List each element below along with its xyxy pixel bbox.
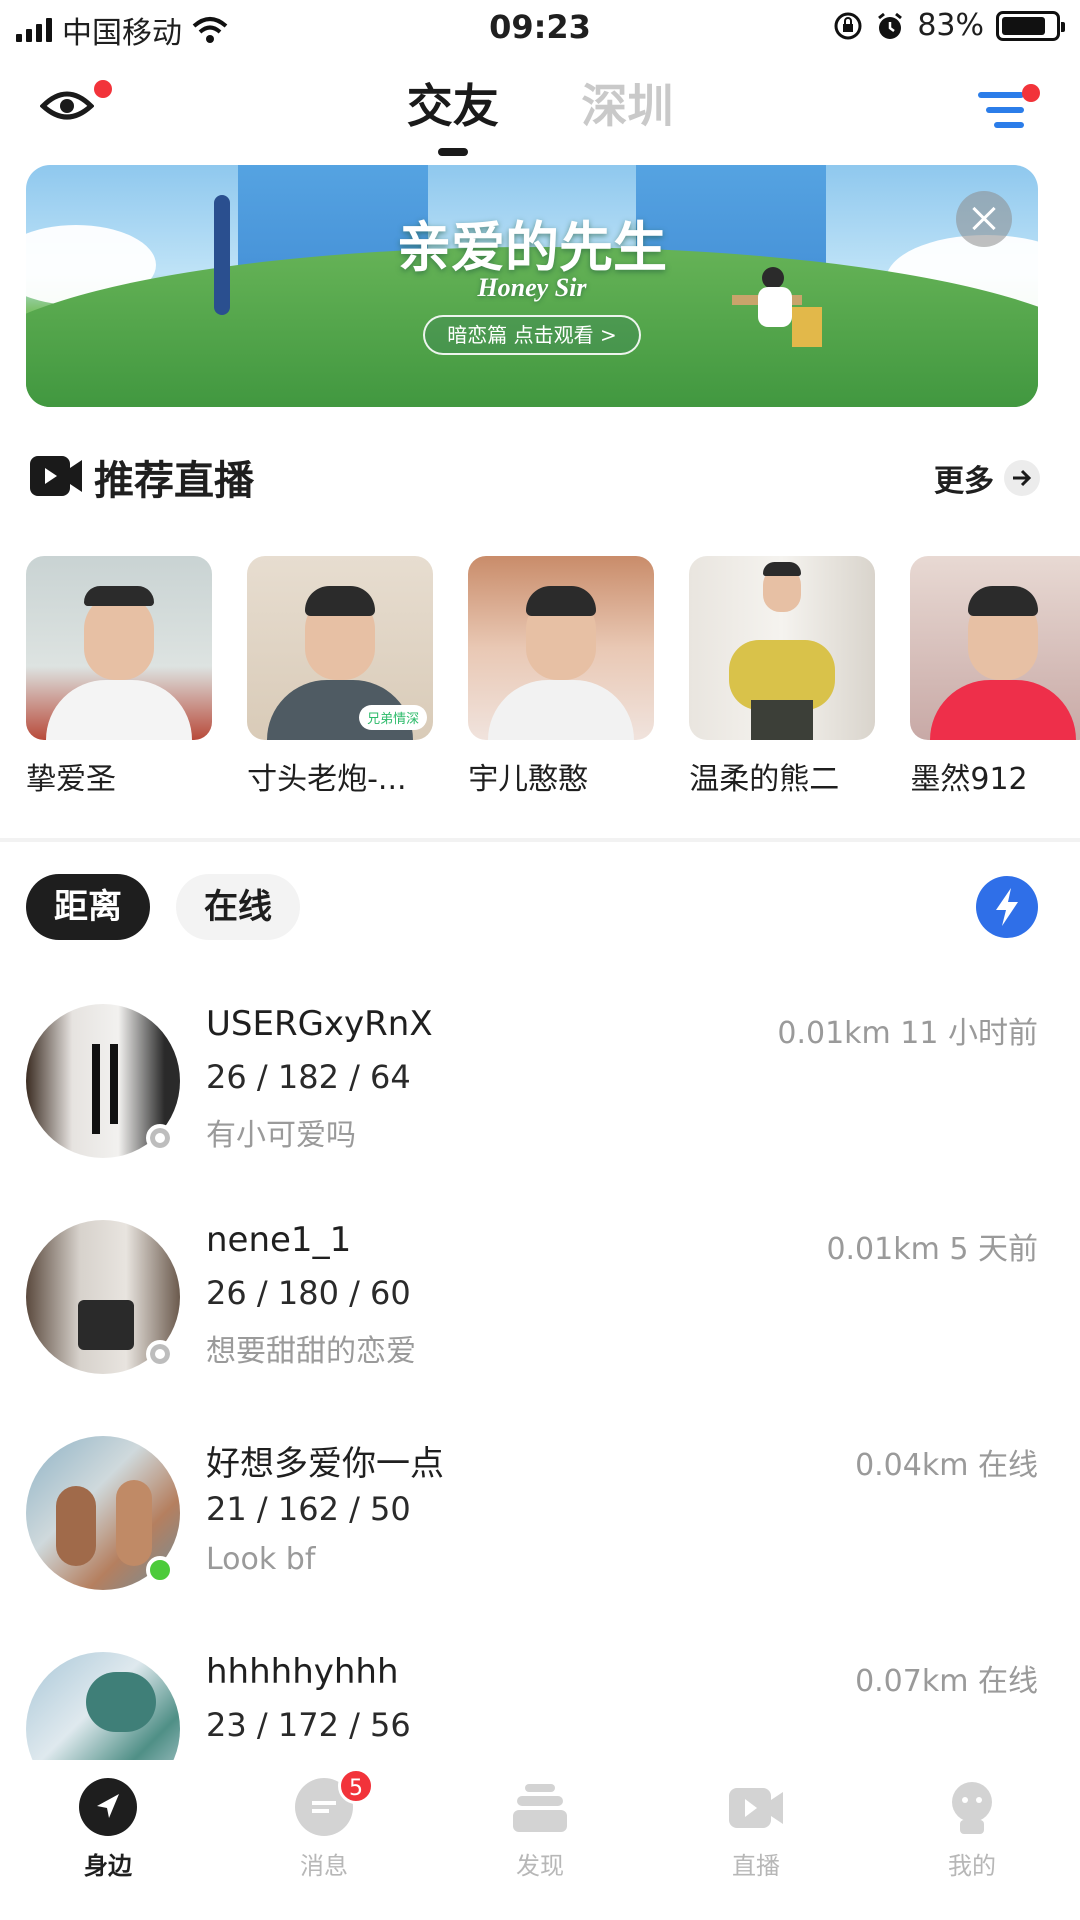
lightning-bolt-icon[interactable] [976, 876, 1038, 938]
section-divider [0, 838, 1080, 842]
video-camera-icon [727, 1778, 785, 1836]
user-list-item[interactable]: nene1_1 0.01km 5 天前 26 / 180 / 60 想要甜甜的恋… [26, 1212, 1038, 1428]
user-name: USERGxyRnX [206, 1004, 433, 1044]
live-streamer-name: 墨然912 [910, 762, 1028, 796]
nav-live[interactable]: 直播 [648, 1762, 864, 1920]
user-list-item[interactable]: 好想多爱你一点 0.04km 在线 21 / 162 / 50 Look bf [26, 1428, 1038, 1644]
live-section-header: 推荐直播 更多 [30, 448, 1040, 508]
nav-label: 直播 [732, 1852, 780, 1880]
user-name: hhhhhyhhh [206, 1652, 399, 1692]
tab-active-indicator [437, 148, 468, 156]
live-streamer-name: 宇儿憨憨 [468, 762, 589, 796]
user-list-item[interactable]: hhhhhyhhh 0.07km 在线 23 / 172 / 56 [26, 1644, 1038, 1760]
live-thumbnail [26, 556, 212, 740]
offline-status-dot [146, 1124, 174, 1152]
banner-close-icon[interactable] [956, 191, 1012, 247]
live-streamer-name: 寸头老炮-... [247, 762, 407, 796]
alarm-icon [878, 12, 903, 39]
status-bar-right: 83% [833, 8, 1065, 43]
stack-icon [511, 1778, 569, 1836]
more-live-link[interactable]: 更多 [934, 456, 1040, 500]
user-stats: 26 / 182 / 64 [206, 1058, 411, 1096]
user-list-item[interactable]: USERGxyRnX 0.01km 11 小时前 26 / 182 / 64 有… [26, 996, 1038, 1212]
tab-friends[interactable]: 交友 [406, 70, 499, 156]
user-bio: Look bf [206, 1542, 316, 1577]
battery-fill [1002, 16, 1046, 35]
tab-friends-label: 交友 [406, 79, 499, 133]
tab-city[interactable]: 深圳 [581, 70, 673, 136]
filter-menu-button[interactable] [978, 84, 1040, 132]
nav-label: 身边 [84, 1852, 132, 1880]
user-distance-time: 0.01km 11 小时前 [777, 1016, 1038, 1051]
nav-label: 消息 [300, 1852, 348, 1880]
status-bar: 中国移动 09:23 83% [0, 0, 1080, 56]
banner-title: 亲爱的先生 [397, 215, 667, 279]
live-card[interactable]: 温柔的熊二 [689, 556, 876, 796]
top-header: 交友 深圳 [0, 60, 1080, 156]
user-distance-time: 0.04km 在线 [855, 1448, 1038, 1483]
live-thumbnail [689, 556, 876, 740]
rotation-lock-icon [834, 12, 862, 39]
arrow-right-icon [1004, 460, 1040, 496]
tab-city-label: 深圳 [581, 79, 674, 133]
bottom-tab-bar: 身边 5 消息 发现 直播 我的 [0, 1762, 1080, 1920]
filter-online-chip[interactable]: 在线 [176, 874, 300, 940]
live-card[interactable]: 宇儿憨憨 [468, 556, 655, 796]
user-stats: 26 / 180 / 60 [206, 1274, 411, 1312]
nav-messages[interactable]: 5 消息 [216, 1762, 432, 1920]
more-label: 更多 [934, 464, 994, 499]
live-thumbnail: 兄弟情深 [247, 556, 434, 740]
header-tabs: 交友 深圳 [0, 70, 1080, 156]
nav-profile[interactable]: 我的 [864, 1762, 1080, 1920]
user-avatar [26, 1652, 180, 1760]
user-bio: 想要甜甜的恋爱 [206, 1334, 416, 1369]
nav-label: 发现 [516, 1852, 564, 1880]
user-distance-time: 0.01km 5 天前 [826, 1232, 1038, 1267]
nav-nearby[interactable]: 身边 [0, 1762, 216, 1920]
live-streamer-name: 挚爱圣 [26, 762, 116, 796]
unread-badge: 5 [338, 1768, 374, 1804]
banner-watch-button[interactable]: 暗恋篇 点击观看 > [423, 315, 641, 355]
user-name: nene1_1 [206, 1220, 352, 1260]
nav-label: 我的 [948, 1852, 996, 1880]
notification-dot [1022, 84, 1040, 102]
online-status-dot [146, 1556, 174, 1584]
live-carousel[interactable]: 挚爱圣 兄弟情深 寸头老炮-... 宇儿憨憨 温柔的熊二 墨然912 [26, 556, 1080, 796]
live-streamer-name: 温柔的熊二 [689, 762, 840, 796]
user-stats: 21 / 162 / 50 [206, 1490, 411, 1528]
filter-row: 距离 在线 [26, 874, 1038, 940]
profile-icon [943, 1778, 1001, 1836]
live-card[interactable]: 挚爱圣 [26, 556, 212, 796]
filter-distance-chip[interactable]: 距离 [26, 874, 150, 940]
nav-discover[interactable]: 发现 [432, 1762, 648, 1920]
live-card[interactable]: 墨然912 [910, 556, 1080, 796]
banner-subtitle: Honey Sir [477, 273, 587, 302]
promo-banner[interactable]: 亲爱的先生 Honey Sir 暗恋篇 点击观看 > [26, 165, 1038, 407]
user-name: 好想多爱你一点 [206, 1444, 444, 1484]
user-bio: 有小可爱吗 [206, 1118, 356, 1153]
user-distance-time: 0.07km 在线 [855, 1664, 1038, 1699]
live-thumbnail [468, 556, 655, 740]
user-stats: 23 / 172 / 56 [206, 1706, 411, 1744]
nearby-user-list: USERGxyRnX 0.01km 11 小时前 26 / 182 / 64 有… [26, 996, 1038, 1760]
battery-icon [996, 10, 1065, 41]
offline-status-dot [146, 1340, 174, 1368]
live-thumbnail [910, 556, 1080, 740]
live-camera-icon [30, 456, 82, 496]
live-section-title: 推荐直播 [94, 458, 254, 504]
live-tag: 兄弟情深 [359, 705, 428, 730]
live-card[interactable]: 兄弟情深 寸头老炮-... [247, 556, 434, 796]
navigation-arrow-icon [79, 1778, 137, 1836]
battery-percent: 83% [917, 8, 984, 43]
